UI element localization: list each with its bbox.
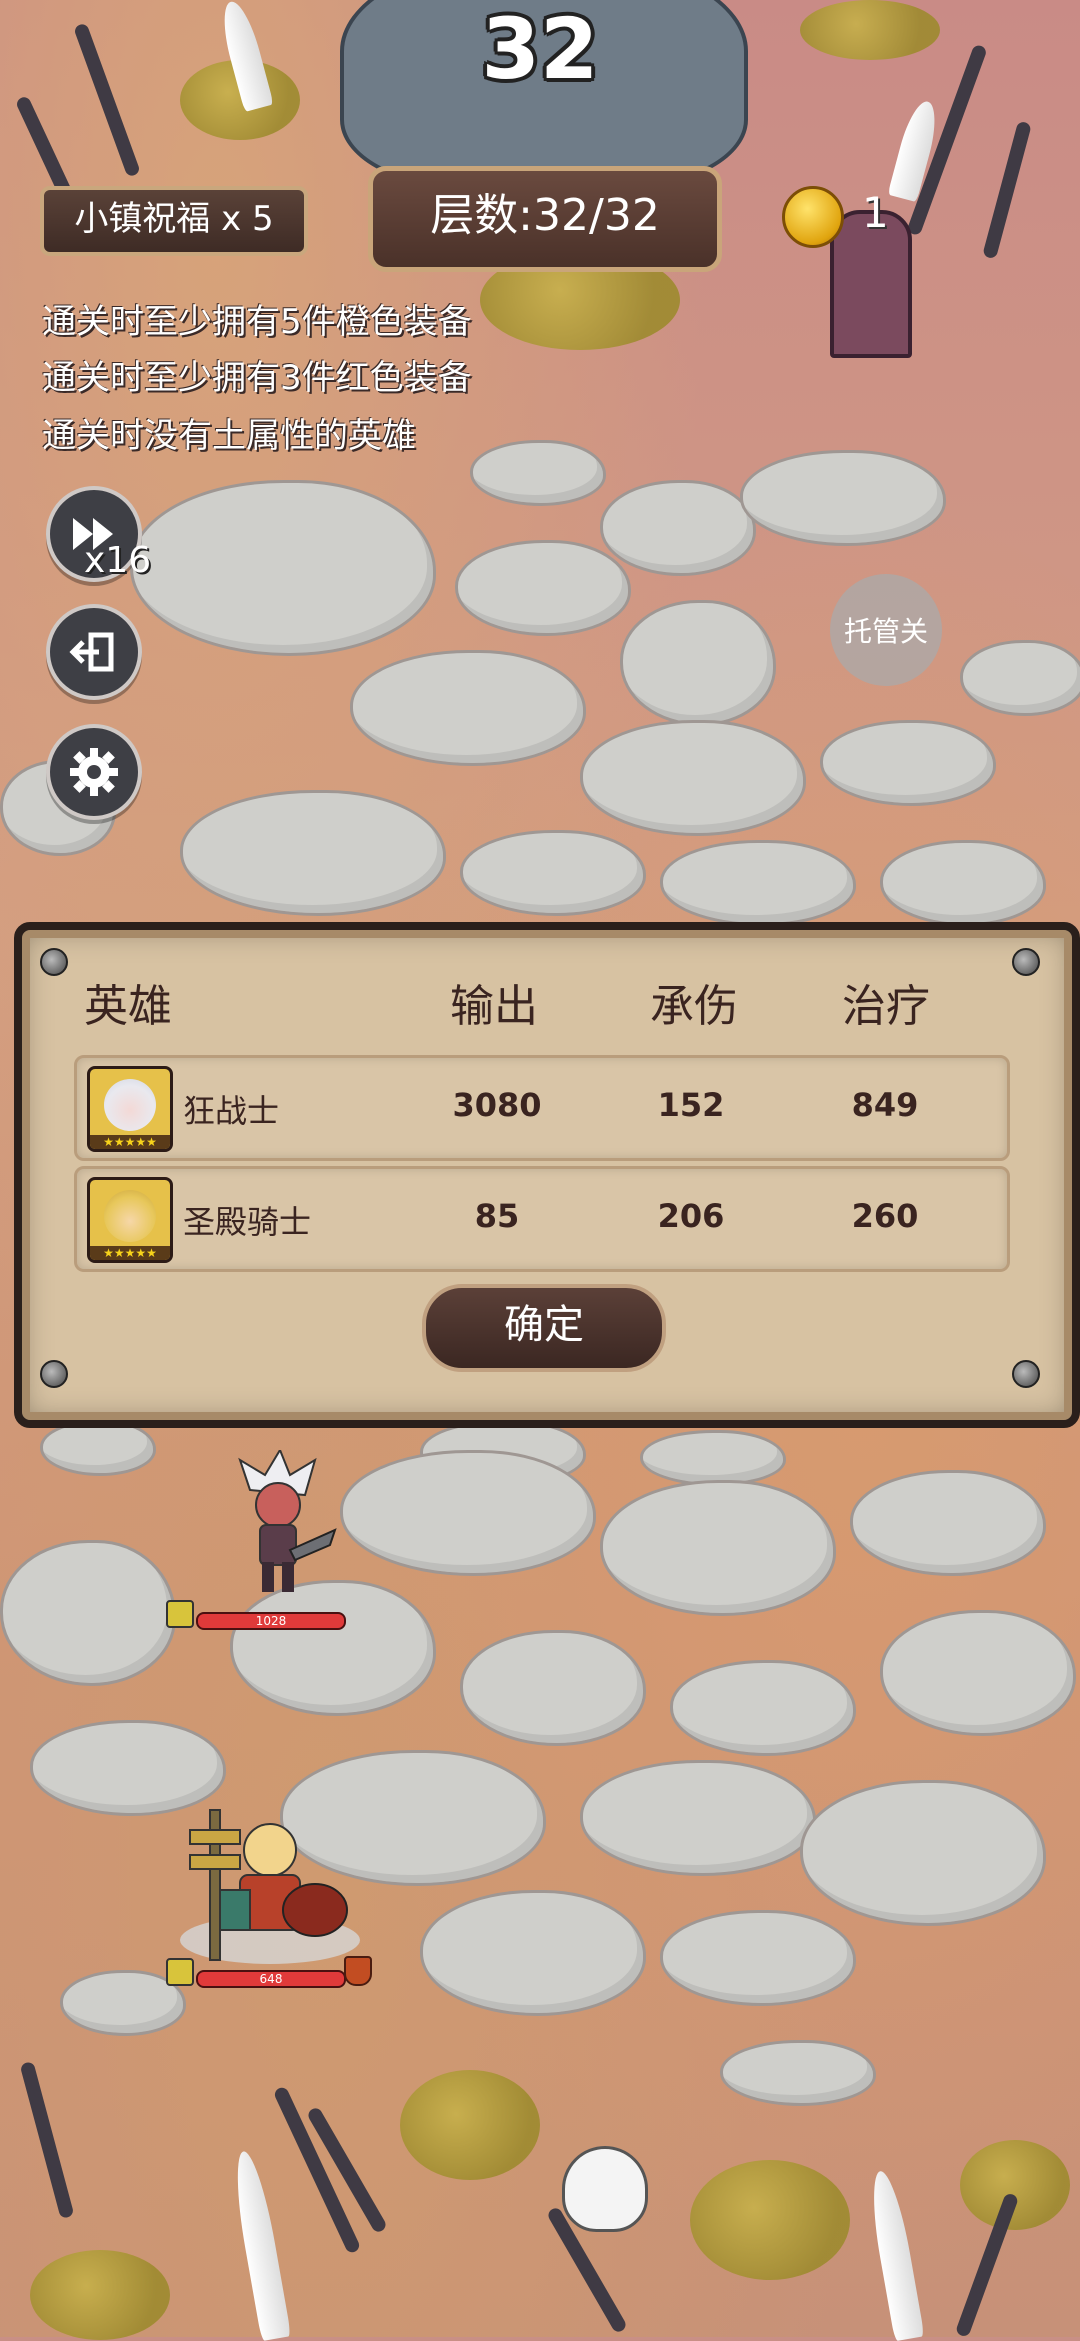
stone-tile [470,440,606,506]
stone-tile [580,1760,816,1876]
hp-bar: 1028 [196,1612,346,1630]
speed-label: x16 [84,540,152,581]
floor-progress: 层数:32/32 [368,166,722,272]
stone-tile [420,1890,646,2016]
header-hero: 英雄 [84,981,172,1032]
shield-icon [344,1956,372,1986]
stone-tile [40,1420,156,1476]
damage-taken-value: 206 [657,1197,725,1235]
stone-tile [455,540,631,636]
stats-row: ★★★★★ 圣殿骑士 85 206 260 [74,1166,1010,1272]
damage-value: 85 [474,1197,520,1235]
panel-bolt [1012,948,1040,976]
berserker-face [104,1079,156,1131]
panel-bolt [1012,1360,1040,1388]
stone-tile [880,840,1046,926]
templar-sprite [180,1809,360,1964]
stone-tile [850,1470,1046,1576]
auto-battle-button[interactable]: 托管关 [830,574,942,686]
coin-count: 1 [862,188,889,237]
damage-taken-value: 152 [657,1086,725,1124]
bush [30,2250,170,2340]
clear-condition: 通关时至少拥有5件橙色装备 [42,302,472,342]
stone-tile [580,720,806,836]
hero-portrait: ★★★★★ [87,1066,173,1152]
settings-icon [70,748,118,796]
level-icon [166,1600,194,1628]
stone-tile [720,2040,876,2106]
stone-tile [600,480,756,576]
town-blessing-badge[interactable]: 小镇祝福 x 5 [40,186,308,256]
healing-value: 260 [851,1197,919,1235]
level-icon [166,1958,194,1986]
stone-tile [620,600,776,726]
damage-value: 3080 [452,1086,542,1124]
stone-tile [670,1660,856,1756]
floor-number: 32 [481,0,599,98]
stone-tile [660,1910,856,2006]
stone-tile [460,1630,646,1746]
hero-portrait: ★★★★★ [87,1177,173,1263]
stone-tile [820,720,996,806]
hero-name: 狂战士 [183,1092,280,1130]
stone-tile [180,790,446,916]
settings-button[interactable] [46,724,142,820]
stone-tile [880,1610,1076,1736]
panel-bolt [40,948,68,976]
header-damage: 输出 [450,981,538,1032]
stone-tile [340,1450,596,1576]
bush [690,2160,850,2280]
stone-tile [0,1540,176,1686]
exit-button[interactable] [46,604,142,700]
stone-tile [350,650,586,766]
berserker-unit[interactable] [220,1447,340,1600]
stone-tile [660,840,856,926]
clear-condition: 通关时没有土属性的英雄 [42,416,416,456]
stone-tile [800,1780,1046,1926]
exit-icon [69,632,114,672]
berserker-sprite [238,1447,337,1592]
stone-tile [960,640,1080,716]
bush [800,0,940,60]
stone-tile [130,480,436,656]
clear-condition: 通关时至少拥有3件红色装备 [42,358,472,398]
star-rating-icon: ★★★★★ [90,1246,170,1260]
stone-tile [460,830,646,916]
templar-unit[interactable] [160,1800,360,1970]
templar-face [104,1190,156,1242]
hero-name: 圣殿骑士 [183,1203,312,1241]
coin-icon [782,186,844,248]
bush [960,2140,1070,2230]
header-damage-taken: 承伤 [650,981,738,1032]
stone-tile [600,1480,836,1616]
panel-bolt [40,1360,68,1388]
healing-value: 849 [851,1086,919,1124]
header-healing: 治疗 [842,981,930,1032]
bush [400,2070,540,2180]
stats-row: ★★★★★ 狂战士 3080 152 849 [74,1055,1010,1161]
hp-bar: 648 [196,1970,346,1988]
stone-tile [640,1430,786,1486]
star-rating-icon: ★★★★★ [90,1135,170,1149]
stone-tile [230,1580,436,1716]
confirm-button[interactable]: 确定 [422,1284,666,1372]
skull-decoration [562,2146,648,2232]
stone-tile [740,450,946,546]
